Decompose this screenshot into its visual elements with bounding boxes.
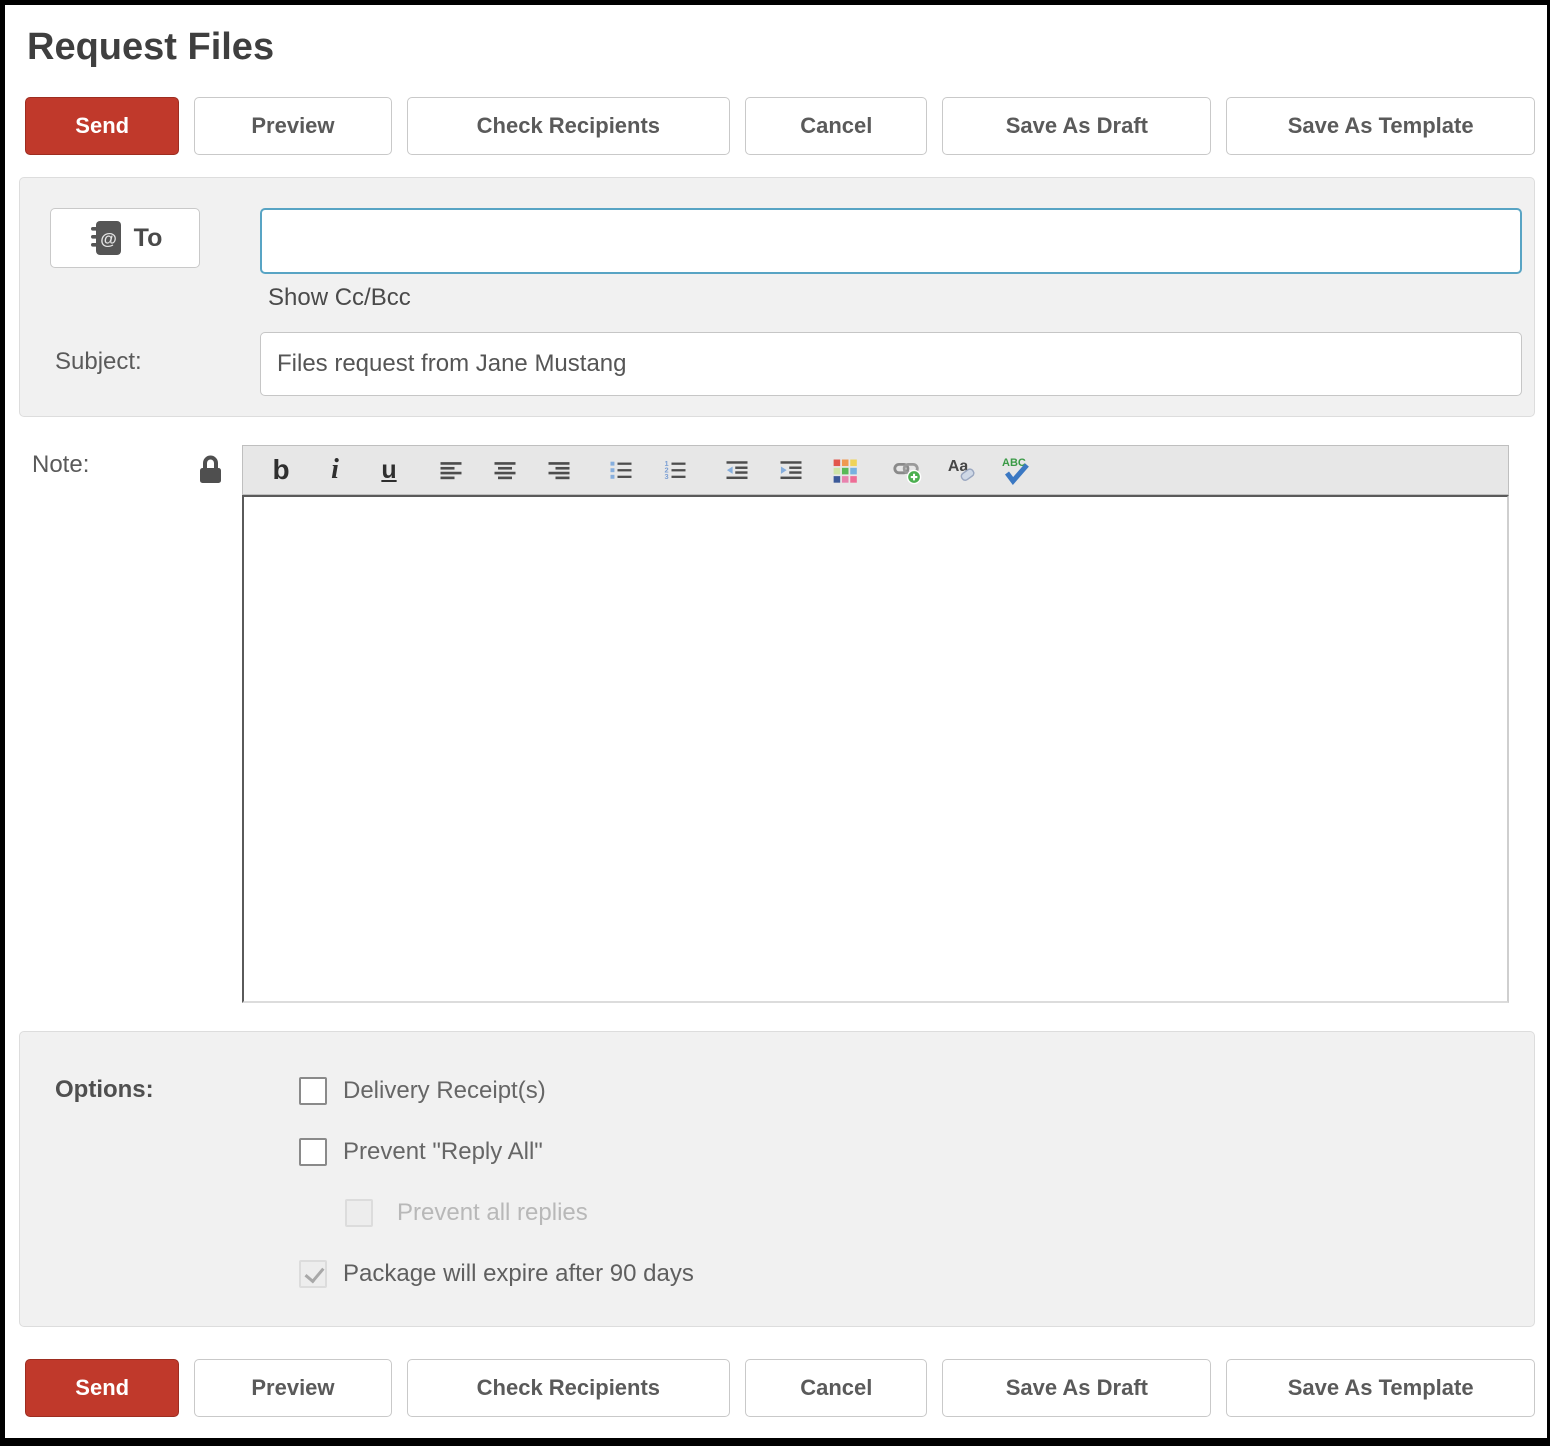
preview-button-bottom[interactable]: Preview	[194, 1359, 391, 1417]
page-title: Request Files	[27, 23, 1535, 71]
underline-icon[interactable]: u	[373, 454, 405, 486]
to-input[interactable]	[260, 208, 1522, 274]
outdent-icon[interactable]	[721, 454, 753, 486]
cancel-button-bottom[interactable]: Cancel	[745, 1359, 927, 1417]
subject-input[interactable]	[260, 332, 1522, 396]
note-section: Note: b i u	[19, 445, 1535, 1003]
delivery-receipts-label: Delivery Receipt(s)	[343, 1077, 546, 1105]
bottom-action-bar: Send Preview Check Recipients Cancel Sav…	[25, 1359, 1535, 1417]
prevent-all-replies-label: Prevent all replies	[397, 1199, 588, 1227]
recipients-panel: @ To Show Cc/Bcc Subject:	[19, 177, 1535, 417]
send-button-bottom[interactable]: Send	[25, 1359, 179, 1417]
options-label: Options:	[55, 1076, 299, 1326]
remove-format-icon[interactable]: Aa	[945, 454, 977, 486]
to-button-cell: @ To	[50, 208, 260, 274]
toolbar-group-lists: 1 2 3	[605, 454, 691, 486]
request-files-page: Request Files Send Preview Check Recipie…	[0, 0, 1550, 1446]
svg-text:@: @	[100, 230, 117, 249]
options-panel: Options: Delivery Receipt(s) Prevent "Re…	[19, 1031, 1535, 1327]
check-recipients-button[interactable]: Check Recipients	[407, 97, 731, 155]
option-package-expiry: Package will expire after 90 days	[299, 1259, 1522, 1289]
to-input-cell	[260, 208, 1522, 274]
insert-link-icon[interactable]	[891, 454, 923, 486]
prevent-reply-all-checkbox[interactable]	[299, 1138, 327, 1166]
to-button-label: To	[134, 224, 163, 253]
subject-label: Subject:	[50, 348, 260, 396]
align-right-icon[interactable]	[543, 454, 575, 486]
align-left-icon[interactable]	[435, 454, 467, 486]
save-as-template-button[interactable]: Save As Template	[1226, 97, 1535, 155]
svg-text:3: 3	[665, 472, 669, 481]
spellcheck-icon[interactable]: ABC	[999, 454, 1031, 486]
lock-icon	[197, 453, 224, 486]
align-center-icon[interactable]	[489, 454, 521, 486]
save-as-draft-button-bottom[interactable]: Save As Draft	[942, 1359, 1211, 1417]
send-button[interactable]: Send	[25, 97, 179, 155]
toolbar-group-indent-color	[721, 454, 861, 486]
option-delivery-receipts: Delivery Receipt(s)	[299, 1076, 1522, 1106]
color-palette-icon[interactable]	[829, 454, 861, 486]
note-editor-column: b i u	[242, 445, 1509, 1003]
toolbar-group-text-style: b i u	[265, 454, 405, 486]
check-recipients-button-bottom[interactable]: Check Recipients	[407, 1359, 731, 1417]
toolbar-group-tools: Aa ABC	[891, 454, 1031, 486]
note-editor-toolbar: b i u	[242, 445, 1509, 495]
top-action-bar: Send Preview Check Recipients Cancel Sav…	[25, 97, 1535, 155]
indent-icon[interactable]	[775, 454, 807, 486]
ordered-list-icon[interactable]: 1 2 3	[659, 454, 691, 486]
bold-icon[interactable]: b	[265, 454, 297, 486]
save-as-template-button-bottom[interactable]: Save As Template	[1226, 1359, 1535, 1417]
unordered-list-icon[interactable]	[605, 454, 637, 486]
prevent-reply-all-label: Prevent "Reply All"	[343, 1138, 543, 1166]
save-as-draft-button[interactable]: Save As Draft	[942, 97, 1211, 155]
preview-button[interactable]: Preview	[194, 97, 391, 155]
note-editor-textarea[interactable]	[242, 495, 1509, 1003]
show-cc-bcc-link[interactable]: Show Cc/Bcc	[268, 284, 411, 312]
toolbar-group-align	[435, 454, 575, 486]
options-list: Delivery Receipt(s) Prevent "Reply All" …	[299, 1076, 1522, 1326]
to-address-book-button[interactable]: @ To	[50, 208, 200, 268]
option-prevent-reply-all: Prevent "Reply All"	[299, 1137, 1522, 1167]
note-left-column: Note:	[19, 445, 242, 1003]
package-expiry-label: Package will expire after 90 days	[343, 1260, 694, 1288]
prevent-all-replies-checkbox	[345, 1199, 373, 1227]
delivery-receipts-checkbox[interactable]	[299, 1077, 327, 1105]
note-label: Note:	[32, 451, 89, 479]
package-expiry-checkbox	[299, 1260, 327, 1288]
option-prevent-all-replies: Prevent all replies	[345, 1198, 1522, 1228]
cancel-button[interactable]: Cancel	[745, 97, 927, 155]
address-book-icon: @	[88, 219, 124, 257]
italic-icon[interactable]: i	[319, 454, 351, 486]
